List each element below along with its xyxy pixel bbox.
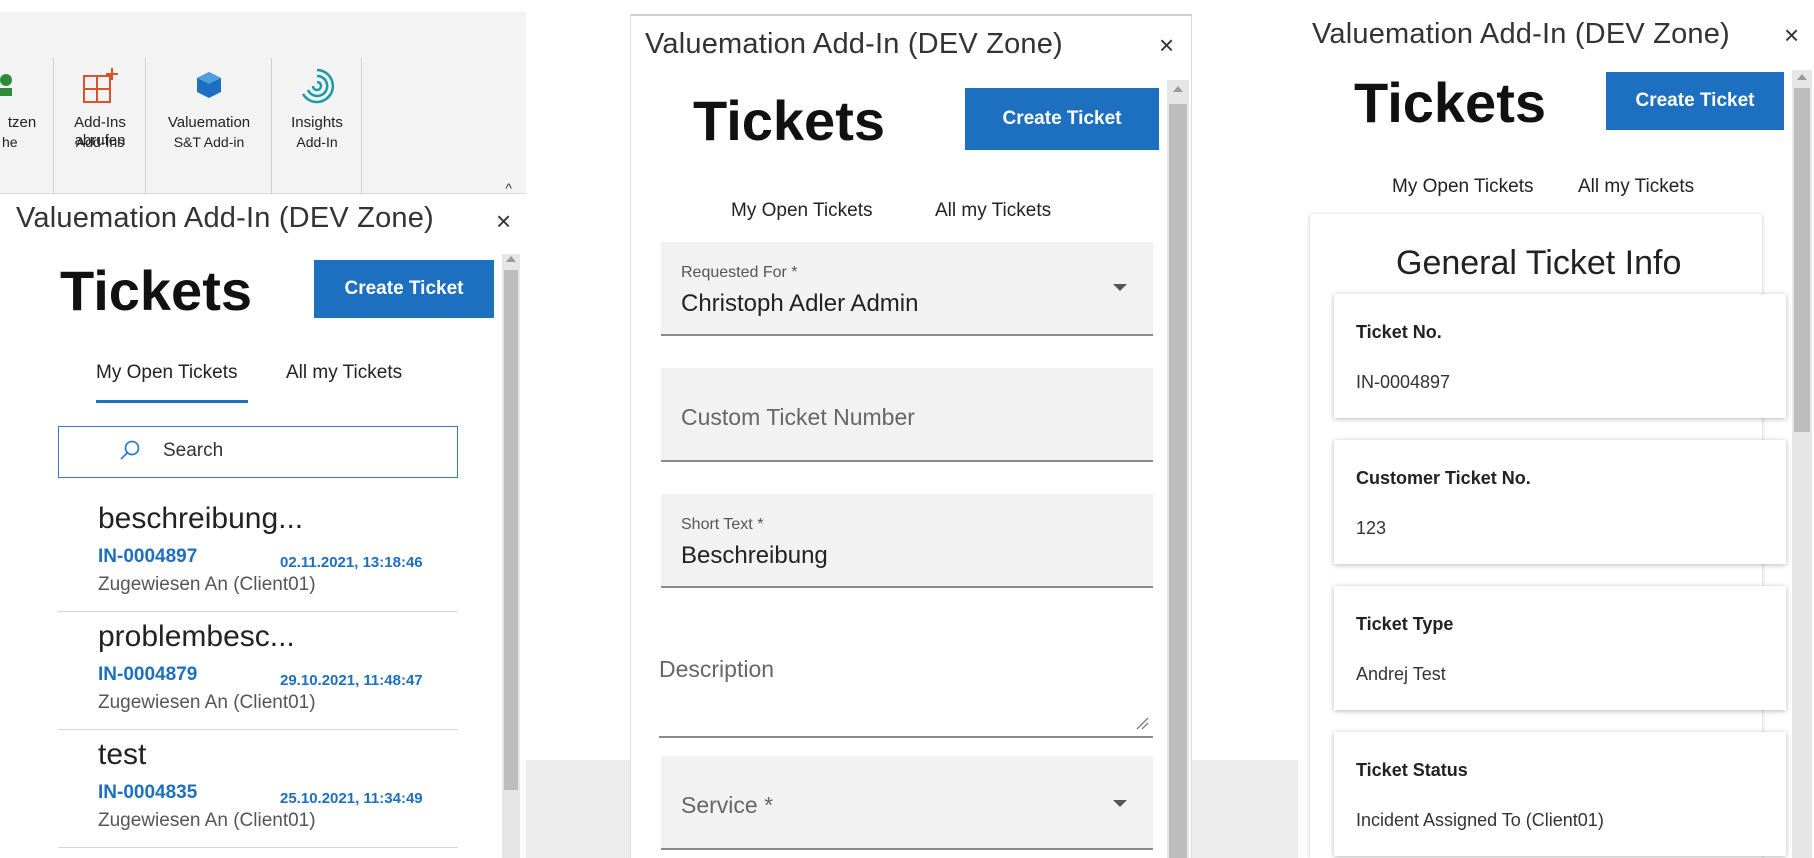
ticket-title: problembesc... xyxy=(98,620,295,653)
search-placeholder: Search xyxy=(163,440,224,461)
tab-all-my-tickets[interactable]: All my Tickets xyxy=(935,200,1051,222)
card-value: 123 xyxy=(1356,518,1387,538)
card-value: Incident Assigned To (Client01) xyxy=(1356,810,1604,830)
ticket-title: beschreibung... xyxy=(98,502,304,535)
pane-title: Valuemation Add-In (DEV Zone) xyxy=(645,28,1063,60)
green-addin-icon xyxy=(0,74,12,96)
tab-my-open-tickets[interactable]: My Open Tickets xyxy=(1392,176,1534,198)
close-icon[interactable]: × xyxy=(1159,32,1174,58)
field-label: Requested For * xyxy=(681,264,798,281)
ticket-assignee: Zugewiesen An (Client01) xyxy=(98,692,316,713)
scroll-up-icon[interactable] xyxy=(1173,86,1183,92)
tab-my-open-tickets[interactable]: My Open Tickets xyxy=(731,200,873,222)
ribbon-group-partial: tzen xyxy=(0,58,54,198)
ribbon-group-label: he xyxy=(2,134,18,150)
ticket-assignee: Zugewiesen An (Client01) xyxy=(98,574,316,595)
insights-button[interactable]: Insights xyxy=(280,66,354,132)
ribbon-group-label: Add-In xyxy=(296,134,338,150)
requested-for-select[interactable]: Requested For * Christoph Adler Admin xyxy=(661,242,1153,336)
description-textarea[interactable]: Description xyxy=(659,634,1153,738)
ticket-id: IN-0004879 xyxy=(98,664,198,685)
scrollbar-thumb[interactable] xyxy=(504,270,518,790)
ticket-list-item[interactable]: beschreibung... IN-0004897 02.11.2021, 1… xyxy=(58,494,458,612)
ticket-date: 29.10.2021, 11:48:47 xyxy=(280,672,423,689)
ticket-info-card: Ticket No. IN-0004897 xyxy=(1334,294,1786,418)
ticket-list-item[interactable]: problembesc... IN-0004879 29.10.2021, 11… xyxy=(58,612,458,730)
custom-ticket-number-field[interactable]: Custom Ticket Number xyxy=(661,368,1153,462)
ticket-title: test xyxy=(98,738,147,771)
tab-my-open-tickets[interactable]: My Open Tickets xyxy=(96,362,238,384)
card-label: Ticket No. xyxy=(1356,322,1442,342)
close-icon[interactable]: × xyxy=(1784,22,1799,48)
ticket-info-card: Ticket Status Incident Assigned To (Clie… xyxy=(1334,732,1786,856)
ticket-info-card: Customer Ticket No. 123 xyxy=(1334,440,1786,564)
ticket-id: IN-0004835 xyxy=(98,782,198,803)
create-ticket-button[interactable]: Create Ticket xyxy=(1606,72,1784,130)
active-tab-indicator xyxy=(96,400,248,403)
search-input[interactable]: Search xyxy=(58,426,458,478)
card-label: Ticket Status xyxy=(1356,760,1468,780)
ribbon-group-addins: Add-Ins abrufen xyxy=(54,58,146,198)
ticket-id: IN-0004897 xyxy=(98,546,198,567)
ribbon-button-label: tzen xyxy=(7,114,37,131)
section-title: General Ticket Info xyxy=(1396,244,1682,282)
ticket-date: 02.11.2021, 13:18:46 xyxy=(280,554,423,571)
valuemation-button[interactable]: Valuemation xyxy=(154,66,264,132)
card-label: Customer Ticket No. xyxy=(1356,468,1531,488)
card-label: Ticket Type xyxy=(1356,614,1454,634)
addin-pane-ticket-list: Valuemation Add-In (DEV Zone) × Tickets … xyxy=(0,194,526,858)
ribbon-button-label: Add-Ins xyxy=(74,114,126,131)
field-placeholder: Description xyxy=(659,656,775,682)
scrollbar-thumb[interactable] xyxy=(1794,88,1810,432)
ribbon-group-label: S&T Add-in xyxy=(173,134,245,150)
ribbon-group-label: Add-Ins xyxy=(75,134,125,150)
ribbon-group-st: Valuemation xyxy=(146,58,272,198)
search-icon xyxy=(120,440,140,460)
chevron-down-icon xyxy=(1113,284,1127,291)
field-placeholder: Service * xyxy=(681,792,774,818)
page-title: Tickets xyxy=(693,89,885,152)
service-select[interactable]: Service * xyxy=(661,756,1153,850)
pane-title: Valuemation Add-In (DEV Zone) xyxy=(16,202,434,234)
field-placeholder: Custom Ticket Number xyxy=(681,404,915,430)
insights-icon xyxy=(301,68,335,104)
scroll-up-icon[interactable] xyxy=(506,256,516,262)
pane-title: Valuemation Add-In (DEV Zone) xyxy=(1312,18,1730,50)
create-ticket-button[interactable]: Create Ticket xyxy=(965,88,1159,150)
addin-pane-create-ticket: Valuemation Add-In (DEV Zone) × Tickets … xyxy=(630,14,1192,858)
store-icon xyxy=(83,68,118,103)
tab-all-my-tickets[interactable]: All my Tickets xyxy=(286,362,402,384)
scroll-up-icon[interactable] xyxy=(1797,74,1807,80)
ribbon-button-label: Valuemation xyxy=(167,114,251,131)
create-ticket-button[interactable]: Create Ticket xyxy=(314,260,494,318)
ribbon: tzen Add-Ins abrufen Valuemation Insight… xyxy=(0,12,526,198)
ticket-info-card: Ticket Type Andrej Test xyxy=(1334,586,1786,710)
scrollbar-thumb[interactable] xyxy=(1169,104,1187,858)
field-value: Beschreibung xyxy=(681,542,828,569)
ticket-list-item[interactable]: test IN-0004835 25.10.2021, 11:34:49 Zug… xyxy=(58,730,458,848)
card-value: Andrej Test xyxy=(1356,664,1446,684)
field-value: Christoph Adler Admin xyxy=(681,290,919,317)
field-label: Short Text * xyxy=(681,516,764,533)
tab-all-my-tickets[interactable]: All my Tickets xyxy=(1578,176,1694,198)
page-title: Tickets xyxy=(1354,71,1546,134)
ticket-assignee: Zugewiesen An (Client01) xyxy=(98,810,316,831)
close-icon[interactable]: × xyxy=(496,208,511,234)
chevron-down-icon xyxy=(1113,800,1127,807)
ribbon-button-partial[interactable]: tzen xyxy=(0,66,44,132)
card-value: IN-0004897 xyxy=(1356,372,1451,392)
ticket-date: 25.10.2021, 11:34:49 xyxy=(280,790,423,807)
ribbon-button-label: Insights xyxy=(291,114,343,131)
resize-handle-icon[interactable] xyxy=(1135,716,1149,730)
addin-pane-ticket-detail: Valuemation Add-In (DEV Zone) × Tickets … xyxy=(1298,14,1814,858)
short-text-field[interactable]: Short Text * Beschreibung xyxy=(661,494,1153,588)
page-title: Tickets xyxy=(60,259,252,322)
valuemation-icon xyxy=(197,72,221,98)
ribbon-group-insights: Insights xyxy=(272,58,362,198)
